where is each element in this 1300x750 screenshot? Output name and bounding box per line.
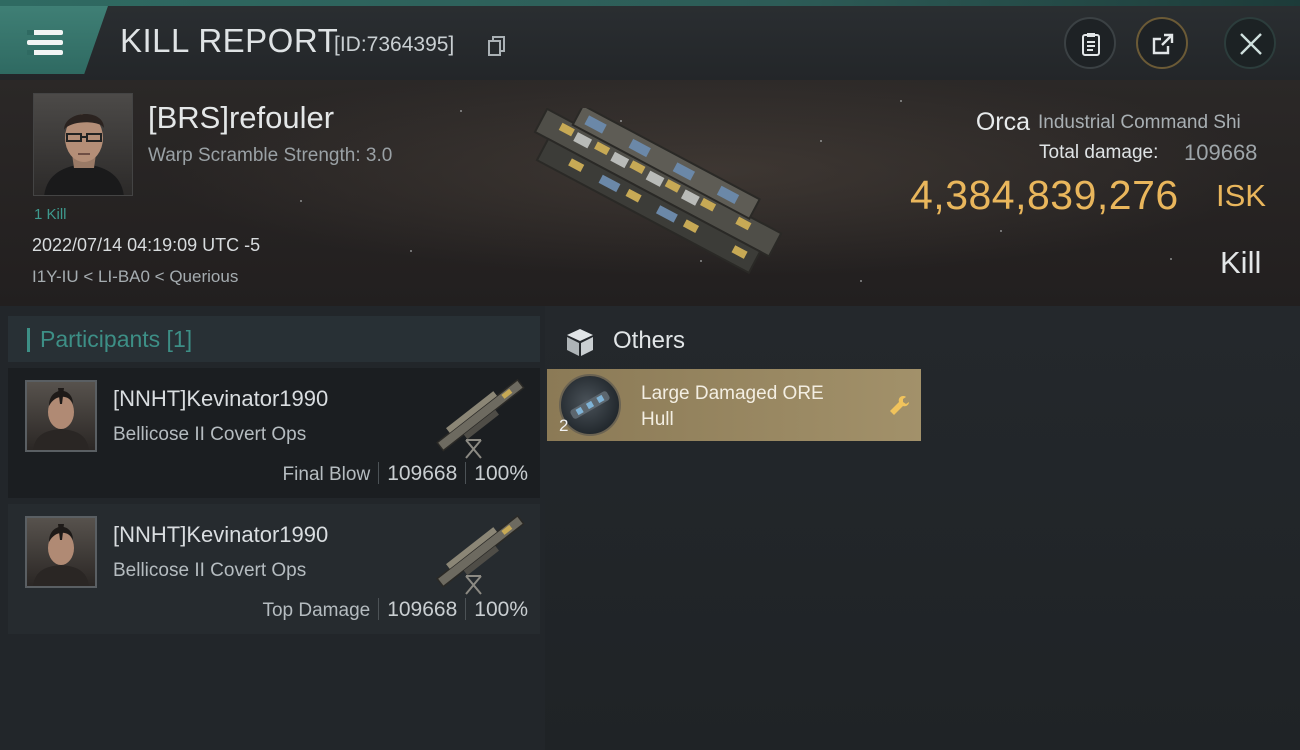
participant-damage: 109668	[387, 598, 458, 621]
share-button[interactable]	[1136, 17, 1188, 69]
participant-name[interactable]: [NNHT]Kevinator1990	[113, 386, 328, 412]
isk-unit: ISK	[1216, 178, 1266, 213]
participants-panel: Participants [1] [NNHT]Kevinator1990 Bel…	[0, 306, 545, 750]
participants-header: Participants [1]	[8, 316, 540, 362]
share-icon	[1152, 33, 1174, 55]
participant-row[interactable]: [NNHT]Kevinator1990 Bellicose II Covert …	[8, 368, 540, 498]
victim-name[interactable]: [BRS]refouler	[148, 100, 334, 136]
wrench-icon[interactable]	[887, 394, 911, 418]
item-quantity: 2	[559, 416, 569, 435]
participant-percent: 100%	[474, 598, 528, 621]
victim-ship-class: Industrial Command Shi	[1038, 112, 1241, 133]
copy-icon[interactable]	[488, 36, 506, 56]
participant-stats: Top Damage 109668 100%	[262, 598, 528, 622]
kill-id: [ID:7364395]	[334, 33, 455, 56]
participant-ship-image[interactable]	[426, 370, 536, 462]
avatar[interactable]	[25, 380, 97, 452]
kill-report-window: KILL REPORT [ID:7364395] [BRS]refouler W…	[0, 0, 1300, 750]
kill-location[interactable]: I1Y-IU < LI-BA0 < Querious	[32, 267, 238, 287]
participant-percent: 100%	[474, 462, 528, 485]
others-panel: Others 2 Large Damaged ORE Hull	[545, 306, 1300, 750]
participant-damage: 109668	[387, 462, 458, 485]
page-title: KILL REPORT	[120, 22, 339, 59]
cube-icon	[567, 329, 593, 356]
victim-warp-scramble: Warp Scramble Strength: 3.0	[148, 145, 393, 166]
victim-ship-name[interactable]: Orca	[976, 108, 1030, 137]
participant-ship: Bellicose II Covert Ops	[113, 424, 307, 445]
close-icon	[1240, 33, 1262, 55]
victim-kill-count: 1 Kill	[34, 206, 67, 223]
clipboard-button[interactable]	[1064, 17, 1116, 69]
kill-datetime: 2022/07/14 04:19:09 UTC -5	[32, 235, 261, 255]
participants-title: Participants [1]	[40, 326, 193, 352]
participant-blow-label: Top Damage	[262, 600, 371, 621]
victim-header: [BRS]refouler Warp Scramble Strength: 3.…	[0, 80, 1300, 306]
item-name: Large Damaged ORE Hull	[641, 383, 824, 430]
total-damage-value: 109668	[1184, 140, 1258, 165]
participant-ship: Bellicose II Covert Ops	[113, 560, 307, 581]
close-button[interactable]	[1224, 17, 1276, 69]
clipboard-icon	[1082, 33, 1100, 56]
participant-blow-label: Final Blow	[282, 464, 371, 485]
total-damage-label: Total damage:	[1039, 142, 1159, 163]
participant-row[interactable]: [NNHT]Kevinator1990 Bellicose II Covert …	[8, 504, 540, 634]
participant-ship-image[interactable]	[426, 506, 536, 598]
victim-ship-image[interactable]	[510, 108, 795, 278]
avatar[interactable]	[25, 516, 97, 588]
victim-avatar[interactable]	[33, 93, 133, 196]
others-title: Others	[613, 327, 686, 354]
isk-value: 4,384,839,276	[910, 172, 1179, 218]
header-accent	[27, 328, 30, 352]
participant-name[interactable]: [NNHT]Kevinator1990	[113, 522, 328, 548]
participant-stats: Final Blow 109668 100%	[283, 462, 528, 486]
kill-result: Kill	[1220, 245, 1262, 280]
item-card[interactable]: 2 Large Damaged ORE Hull	[547, 369, 921, 441]
